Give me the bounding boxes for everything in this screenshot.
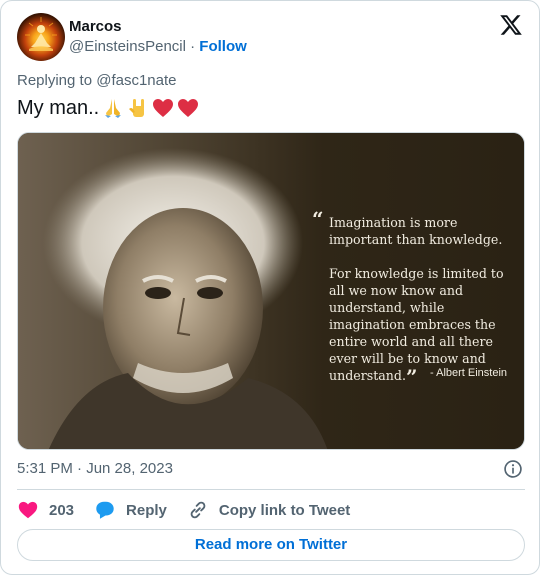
sign-of-horns-icon xyxy=(129,99,145,117)
avatar[interactable] xyxy=(17,13,65,61)
reply-label: Reply xyxy=(126,501,167,519)
author-handle[interactable]: @EinsteinsPencil xyxy=(69,38,186,55)
author-handle-row: @EinsteinsPencil · Follow xyxy=(69,37,247,57)
quote-text-block: “ Imagination is more important than kno… xyxy=(312,207,522,387)
reply-mention-link[interactable]: @fasc1nate xyxy=(96,72,176,89)
quote-line-1: Imagination is more important than knowl… xyxy=(329,215,503,247)
like-count: 203 xyxy=(49,501,75,519)
reply-button[interactable]: Reply xyxy=(94,499,167,521)
copy-link-button[interactable]: Copy link to Tweet xyxy=(187,499,350,521)
emoji-group xyxy=(101,96,200,120)
like-button[interactable]: 203 xyxy=(17,499,74,521)
follow-button[interactable]: Follow xyxy=(199,38,247,55)
info-icon[interactable] xyxy=(503,459,523,479)
close-quote-mark: ” xyxy=(405,365,418,389)
embedded-tweet-card: Marcos @EinsteinsPencil · Follow Replyin… xyxy=(0,0,540,575)
tweet-header: Marcos @EinsteinsPencil · Follow xyxy=(17,13,525,61)
heart-icon xyxy=(18,501,38,519)
tweet-timestamp-link[interactable]: 5:31 PM · Jun 28, 2023 xyxy=(17,459,173,479)
tweet-actions-bar: 203 Reply Copy link to Tweet xyxy=(17,498,370,522)
red-heart-icon xyxy=(178,99,199,117)
open-quote-mark: “ xyxy=(312,207,324,231)
divider xyxy=(17,489,525,490)
tweet-text: My man.. xyxy=(17,95,200,121)
meditating-figure-icon xyxy=(25,17,57,51)
copy-link-label: Copy link to Tweet xyxy=(218,501,351,519)
link-icon xyxy=(190,501,206,519)
tweet-media-image[interactable]: “ Imagination is more important than kno… xyxy=(17,132,525,450)
read-more-button[interactable]: Read more on Twitter xyxy=(17,529,525,561)
separator-dot: · xyxy=(190,38,196,55)
x-logo-icon[interactable] xyxy=(499,13,523,37)
quote-attribution: - Albert Einstein xyxy=(430,367,508,379)
red-heart-icon xyxy=(153,99,174,117)
folded-hands-icon xyxy=(105,99,122,118)
reply-bubble-icon xyxy=(96,501,114,519)
tweet-body: My man.. xyxy=(17,97,100,119)
replying-to-label: Replying to xyxy=(17,72,93,89)
replying-to-line: Replying to @fasc1nate xyxy=(17,71,177,91)
author-name[interactable]: Marcos xyxy=(69,17,122,37)
